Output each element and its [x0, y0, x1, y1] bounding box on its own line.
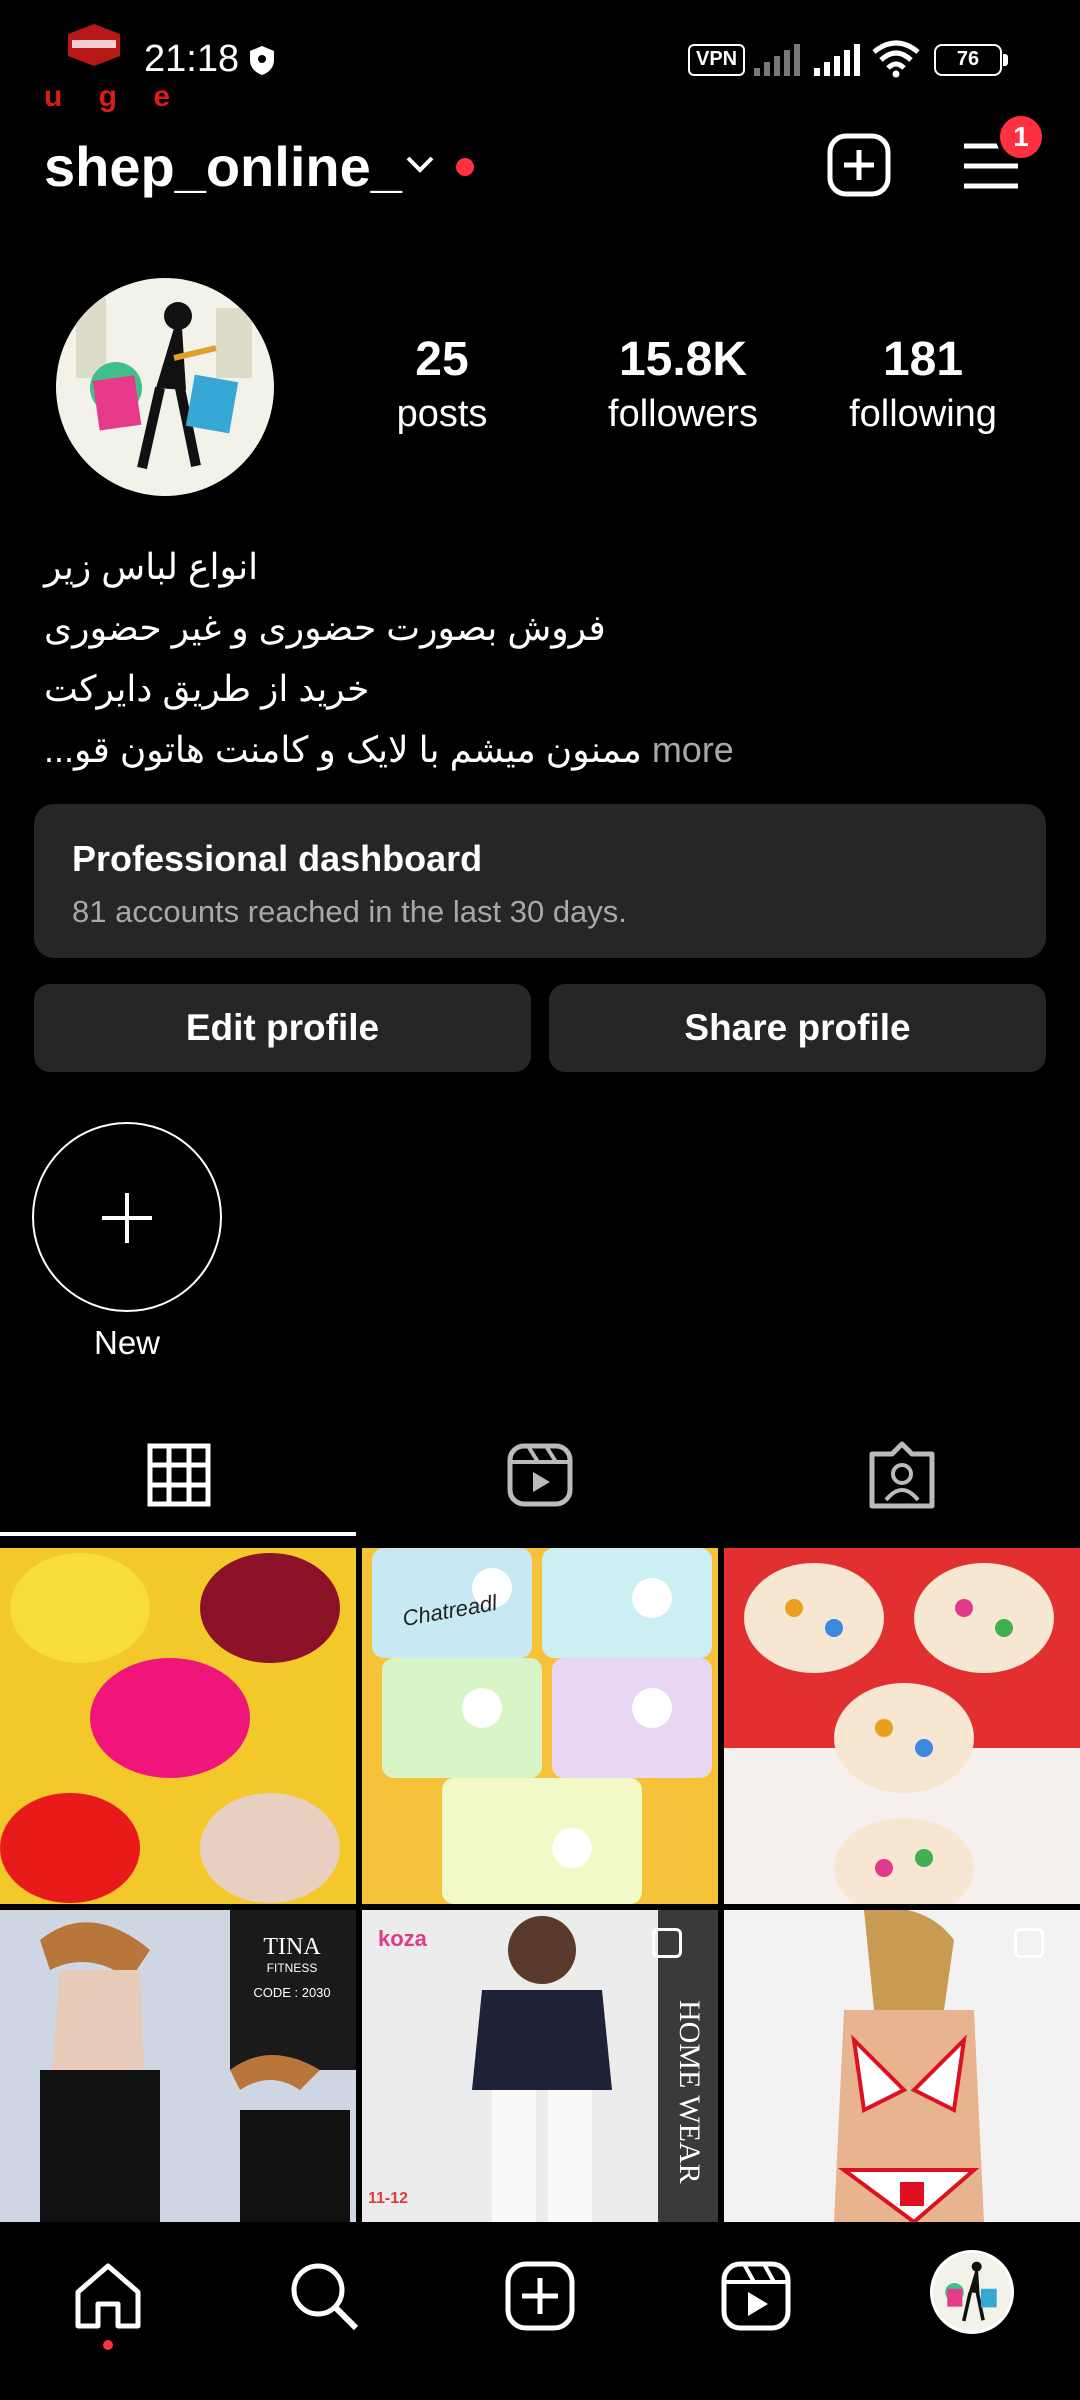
stat-label: followers	[608, 393, 758, 435]
edit-profile-button[interactable]: Edit profile	[34, 984, 531, 1072]
notification-dot	[103, 2340, 113, 2350]
new-highlight-label: New	[93, 1324, 161, 1361]
signal-icon	[814, 44, 860, 76]
bio-line: ممنون میشم با لایک و کامنت هاتون قو...	[44, 729, 642, 770]
bio-line: خرید از طریق دایرکت	[44, 668, 370, 709]
profile-bio: انواع لباس زیر فروش بصورت حضوری و غیر حض…	[44, 536, 1044, 780]
post-thumbnail[interactable]: TINA FITNESS CODE : 2030	[0, 1910, 356, 2222]
bio-line-last: ممنون میشم با لایک و کامنت هاتون قو... m…	[44, 719, 1044, 780]
plus-icon	[125, 1193, 129, 1243]
shield-icon	[250, 46, 274, 75]
post-text: FITNESS	[266, 1961, 318, 1975]
post-text: koza	[378, 1926, 427, 1951]
post-text: TINA	[263, 1934, 321, 1960]
status-time: 21:18	[144, 38, 240, 80]
stat-value: 25	[415, 333, 469, 386]
stat-label: posts	[396, 393, 488, 435]
post-thumbnail[interactable]: koza HOME WEAR 11-12	[362, 1910, 718, 2222]
followers-count[interactable]: 15.8K followers	[590, 332, 776, 436]
profile-avatar[interactable]	[56, 278, 274, 496]
vpn-badge: VPN	[688, 44, 746, 76]
post-thumbnail[interactable]	[0, 1548, 356, 1904]
active-tab-indicator	[0, 1532, 356, 1536]
grid-icon[interactable]	[138, 1440, 218, 1510]
account-username[interactable]: shep_online_	[44, 134, 402, 199]
search-icon[interactable]	[286, 2258, 362, 2334]
bio-line: انواع لباس زیر	[44, 546, 259, 587]
app-logo-icon	[68, 24, 120, 66]
dashboard-subtitle: 81 accounts reached in the last 30 days.	[72, 894, 627, 929]
post-text: HOME WEAR	[673, 2000, 706, 2184]
home-icon[interactable]	[70, 2258, 146, 2334]
reels-icon[interactable]	[718, 2258, 794, 2334]
following-count[interactable]: 181 following	[832, 332, 1014, 436]
multi-photo-icon	[652, 1928, 682, 1958]
post-thumbnail[interactable]: Chatreadl	[362, 1548, 718, 1904]
tagged-icon[interactable]	[862, 1440, 942, 1510]
stat-label: following	[849, 393, 997, 435]
menu-notification-badge: 1	[996, 112, 1046, 162]
wifi-icon	[872, 40, 920, 78]
signal-icon	[754, 44, 800, 76]
create-icon[interactable]	[502, 2258, 578, 2334]
create-post-icon[interactable]	[826, 132, 892, 198]
professional-dashboard[interactable]: Professional dashboard 81 accounts reach…	[34, 804, 1046, 958]
notification-dot	[456, 158, 474, 176]
status-bar: u g e 21:18 VPN 76	[0, 0, 1080, 120]
share-profile-button[interactable]: Share profile	[549, 984, 1046, 1072]
stat-value: 15.8K	[618, 333, 748, 386]
posts-count[interactable]: 25 posts	[372, 332, 512, 436]
post-thumbnail[interactable]	[724, 1910, 1080, 2222]
stat-value: 181	[882, 333, 964, 386]
bio-more-link[interactable]: more	[652, 729, 734, 770]
bottom-navigation	[0, 2222, 1080, 2400]
bio-line: فروش بصورت حضوری و غیر حضوری	[44, 607, 606, 648]
multi-photo-icon	[1014, 1928, 1044, 1958]
post-thumbnail[interactable]	[724, 1548, 1080, 1904]
profile-avatar[interactable]	[930, 2250, 1014, 2334]
dashboard-title: Professional dashboard	[72, 838, 483, 879]
battery-indicator: 76	[934, 44, 1008, 76]
post-text: CODE : 2030	[253, 1985, 331, 2000]
status-brand-text: u g e	[44, 80, 185, 113]
post-text-group: TINA FITNESS CODE : 2030	[240, 1934, 344, 2000]
chevron-down-icon[interactable]	[404, 152, 436, 176]
reels-icon[interactable]	[500, 1440, 580, 1510]
post-text: 11-12	[368, 2190, 409, 2207]
